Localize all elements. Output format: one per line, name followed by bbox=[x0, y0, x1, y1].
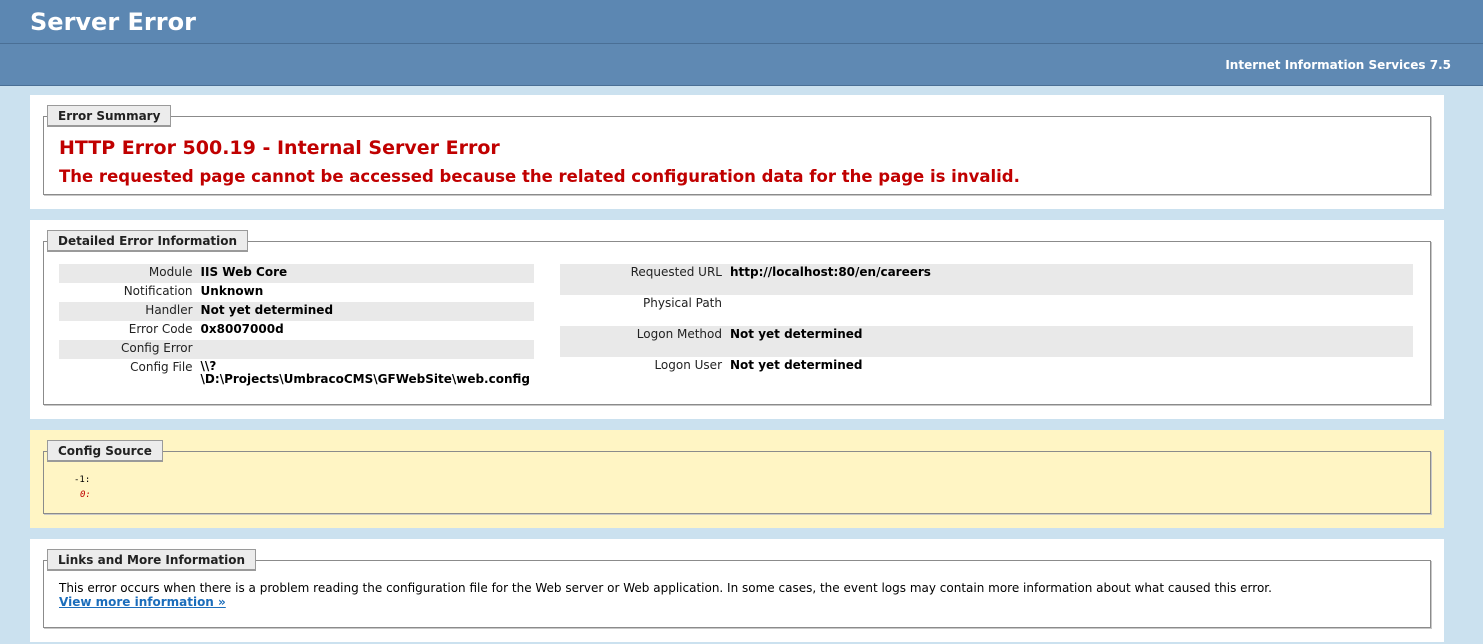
detail-value bbox=[196, 340, 534, 359]
table-row: Config Error bbox=[59, 340, 534, 359]
detail-key: Requested URL bbox=[560, 264, 726, 295]
detailed-error-section: Detailed Error Information Module IIS We… bbox=[30, 220, 1444, 419]
detail-value: Not yet determined bbox=[730, 358, 863, 372]
config-source-box: Config Source -1: 0: bbox=[43, 440, 1431, 514]
page-title: Server Error bbox=[30, 8, 196, 36]
table-row: Notification Unknown bbox=[59, 283, 534, 302]
error-summary-section: Error Summary HTTP Error 500.19 - Intern… bbox=[30, 95, 1444, 209]
config-file-line: \D:\Projects\UmbracoCMS\GFWebSite\web.co… bbox=[200, 372, 530, 386]
detail-key: Config File bbox=[130, 360, 193, 374]
config-source-section: Config Source -1: 0: bbox=[30, 430, 1444, 528]
config-file-value: \\? \D:\Projects\UmbracoCMS\GFWebSite\we… bbox=[197, 359, 534, 388]
table-row: Config File \\? \D:\Projects\UmbracoCMS\… bbox=[59, 359, 534, 388]
server-name: Internet Information Services 7.5 bbox=[1225, 58, 1451, 72]
links-box: Links and More Information This error oc… bbox=[43, 549, 1431, 628]
detail-value: http://localhost:80/en/careers bbox=[726, 264, 1413, 295]
table-row: Error Code 0x8007000d bbox=[59, 321, 534, 340]
error-message: The requested page cannot be accessed be… bbox=[59, 167, 1020, 186]
page-header: Server Error bbox=[0, 0, 1483, 44]
server-banner: Internet Information Services 7.5 bbox=[0, 44, 1483, 86]
detail-value bbox=[726, 295, 1413, 326]
code-line: -1: bbox=[74, 475, 91, 485]
config-source-legend: Config Source bbox=[47, 440, 163, 462]
table-row: Module IIS Web Core bbox=[59, 264, 534, 283]
detail-table-left: Module IIS Web Core Notification Unknown… bbox=[59, 264, 534, 388]
detail-value: Not yet determined bbox=[726, 326, 1413, 357]
view-more-information-link[interactable]: View more information » bbox=[59, 595, 226, 609]
detail-key: Config Error bbox=[59, 340, 197, 359]
detail-key: Module bbox=[59, 264, 197, 283]
error-summary-box: Error Summary HTTP Error 500.19 - Intern… bbox=[43, 105, 1431, 195]
table-row: Logon User Not yet determined bbox=[560, 357, 1413, 388]
detail-value: 0x8007000d bbox=[200, 322, 284, 336]
code-line-highlight: 0: bbox=[80, 490, 91, 500]
config-source-code: -1: 0: bbox=[44, 452, 1430, 513]
detail-key: Physical Path bbox=[643, 296, 722, 310]
error-summary-legend: Error Summary bbox=[47, 105, 172, 127]
detail-value: Unknown bbox=[200, 284, 264, 298]
detailed-error-legend: Detailed Error Information bbox=[47, 230, 249, 252]
detail-key: Handler bbox=[59, 302, 197, 321]
detail-table-right: Requested URL http://localhost:80/en/car… bbox=[560, 264, 1413, 388]
table-row: Physical Path bbox=[560, 295, 1413, 326]
detail-key: Logon Method bbox=[560, 326, 726, 357]
table-row: Handler Not yet determined bbox=[59, 302, 534, 321]
detail-key: Notification bbox=[123, 284, 193, 298]
links-section: Links and More Information This error oc… bbox=[30, 539, 1444, 642]
links-legend: Links and More Information bbox=[47, 549, 257, 571]
table-row: Requested URL http://localhost:80/en/car… bbox=[560, 264, 1413, 295]
detail-key: Logon User bbox=[654, 358, 722, 372]
detail-value: IIS Web Core bbox=[196, 264, 534, 283]
detail-value: Not yet determined bbox=[196, 302, 534, 321]
detail-key: Error Code bbox=[128, 322, 193, 336]
content: Error Summary HTTP Error 500.19 - Intern… bbox=[0, 86, 1483, 642]
links-text: This error occurs when there is a proble… bbox=[59, 581, 1272, 595]
detailed-error-box: Detailed Error Information Module IIS We… bbox=[43, 230, 1431, 405]
error-title: HTTP Error 500.19 - Internal Server Erro… bbox=[59, 137, 500, 159]
table-row: Logon Method Not yet determined bbox=[560, 326, 1413, 357]
